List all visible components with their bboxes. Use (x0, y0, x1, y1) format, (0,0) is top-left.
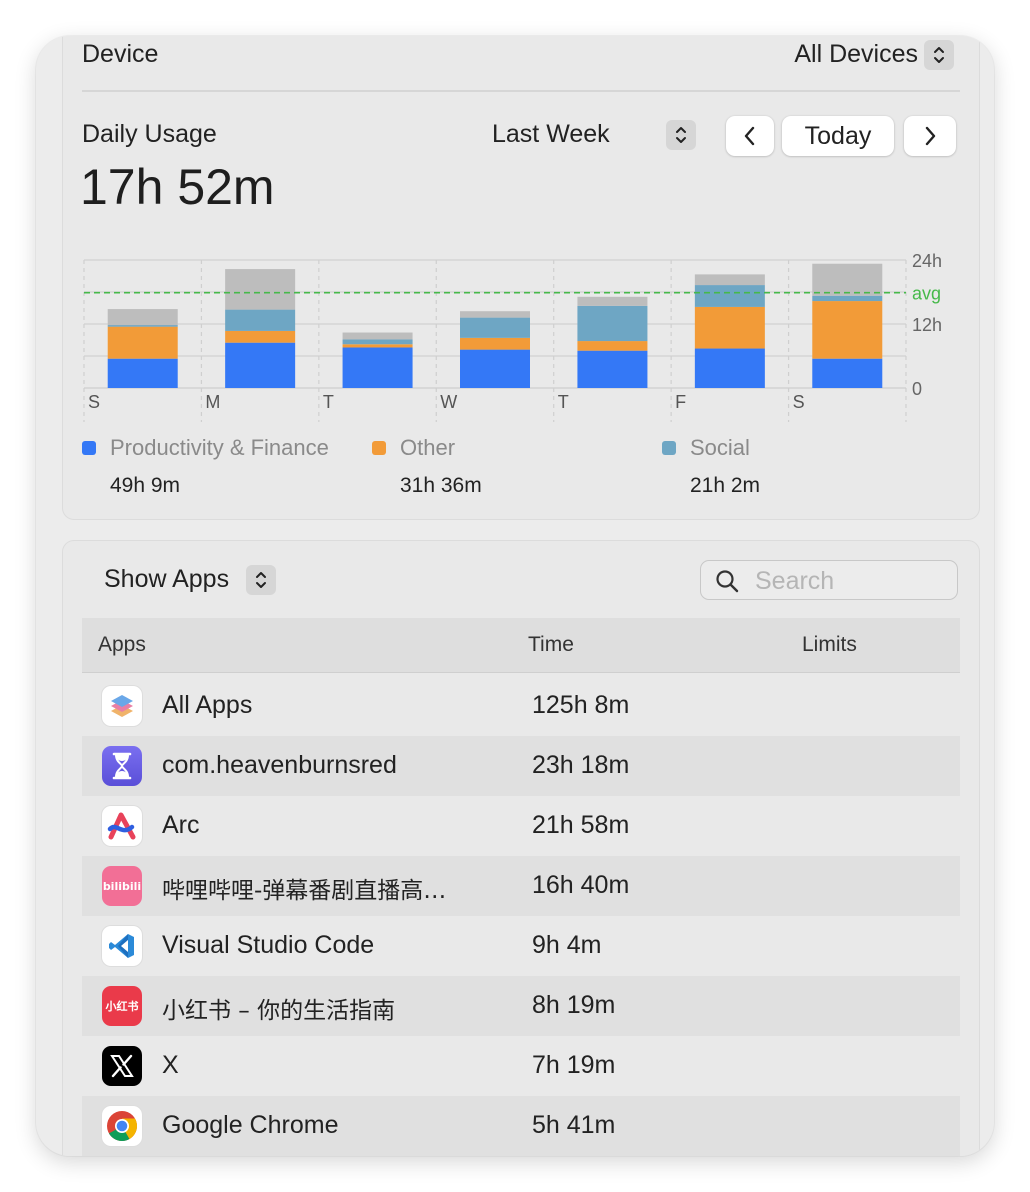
legend-total: 31h 36m (400, 474, 482, 497)
bar-segment (342, 347, 413, 388)
bar-segment (225, 342, 296, 388)
legend-label: Other (400, 435, 456, 460)
app-time: 21h 58m (532, 811, 630, 839)
bar-segment (577, 296, 648, 306)
legend-label: Social (690, 435, 750, 460)
bar-segment (107, 358, 178, 388)
bar-segment (225, 269, 296, 310)
table-row[interactable]: bilibili 哔哩哔哩-弹幕番剧直播高… 16h 40m (82, 856, 960, 916)
bar-segment (577, 305, 648, 342)
hourglass-icon (102, 746, 142, 786)
table-row[interactable]: 小红书 小红书 – 你的生活指南 8h 19m (82, 976, 960, 1036)
screen-time-window: Device All Devices Daily Usage 17h 52m L… (36, 36, 994, 1156)
layers-icon (102, 686, 142, 726)
search-placeholder: Search (755, 567, 835, 595)
show-apps-label[interactable]: Show Apps (104, 565, 229, 594)
app-name: 小红书 – 你的生活指南 (162, 998, 396, 1024)
bar-segment (812, 301, 883, 359)
app-name: All Apps (162, 691, 253, 719)
bar-segment (342, 344, 413, 348)
bar-segment (107, 325, 178, 327)
bar-segment (225, 309, 296, 331)
app-time: 125h 8m (532, 691, 630, 719)
xiaohongshu-logo-text: 小红书 (105, 1000, 139, 1013)
chrome-icon (102, 1106, 142, 1146)
vscode-icon (102, 926, 142, 966)
x-tick-label: S (793, 392, 805, 412)
x-tick-label: W (440, 392, 457, 412)
bar-segment (577, 350, 648, 388)
table-row[interactable]: com.heavenburnsred 23h 18m (82, 736, 960, 796)
table-row[interactable]: Visual Studio Code 9h 4m (82, 916, 960, 976)
x-tick-label: F (675, 392, 686, 412)
arc-icon (102, 806, 142, 846)
table-row[interactable]: All Apps 125h 8m (82, 676, 960, 736)
table-row[interactable]: Google Chrome 5h 41m (82, 1096, 960, 1156)
bar-segment (107, 309, 178, 326)
legend-swatch (82, 441, 96, 455)
table-row[interactable]: Arc 21h 58m (82, 796, 960, 856)
bar-segment (812, 358, 883, 388)
bar-segment (694, 348, 765, 388)
bar-segment (460, 337, 530, 350)
search-icon (716, 570, 739, 593)
bar-segment (342, 332, 413, 340)
y-tick-label: 24h (912, 251, 942, 271)
x-tick-label: T (558, 392, 569, 412)
search-field[interactable]: Search (700, 560, 958, 600)
bar-segment (342, 339, 413, 345)
xiaohongshu-icon: 小红书 (102, 986, 142, 1026)
legend-label: Productivity & Finance (110, 435, 329, 460)
app-name: X (162, 1051, 179, 1079)
bar-segment (460, 317, 530, 338)
apps-table-header: Apps Time Limits (82, 618, 960, 673)
legend-total: 21h 2m (690, 474, 761, 497)
x-tick-label: T (323, 392, 334, 412)
app-time: 8h 19m (532, 991, 616, 1019)
column-apps[interactable]: Apps (98, 633, 146, 657)
column-limits[interactable]: Limits (802, 633, 857, 657)
app-name: Arc (162, 811, 200, 839)
x-tick-label: S (88, 392, 100, 412)
app-time: 7h 19m (532, 1051, 616, 1079)
app-time: 23h 18m (532, 751, 630, 779)
average-label: avg (912, 284, 941, 304)
bar-segment (460, 349, 530, 388)
app-name: Google Chrome (162, 1111, 339, 1139)
y-tick-label: 12h (912, 315, 942, 335)
app-time: 9h 4m (532, 931, 602, 959)
bar-segment (694, 274, 765, 286)
x-tick-label: M (205, 392, 220, 412)
x-icon (102, 1046, 142, 1086)
bar-segment (812, 263, 883, 296)
bilibili-logo-text: bilibili (102, 879, 142, 893)
bar-segment (694, 306, 765, 349)
bar-segment (225, 330, 296, 343)
bar-segment (460, 311, 530, 318)
table-row[interactable]: X 7h 19m (82, 1036, 960, 1096)
bar-segment (577, 341, 648, 351)
bar-segment (694, 285, 765, 307)
daily-usage-chart: S M T W T F Savg 24h 12h 0 (83, 251, 942, 422)
bar-segment (107, 326, 178, 359)
app-time: 16h 40m (532, 871, 630, 899)
show-apps-stepper[interactable] (246, 565, 276, 595)
app-name: com.heavenburnsred (162, 751, 397, 779)
column-time[interactable]: Time (528, 633, 574, 657)
legend-total: 49h 9m (110, 474, 181, 497)
app-name: Visual Studio Code (162, 931, 375, 959)
app-name: 哔哩哔哩-弹幕番剧直播高… (162, 878, 447, 904)
bilibili-icon: bilibili (102, 866, 142, 906)
y-tick-label: 0 (912, 379, 922, 399)
chevron-updown-icon (256, 572, 266, 588)
app-time: 5h 41m (532, 1111, 616, 1139)
legend-swatch (662, 441, 676, 455)
legend-swatch (372, 441, 386, 455)
bar-segment (812, 295, 883, 302)
